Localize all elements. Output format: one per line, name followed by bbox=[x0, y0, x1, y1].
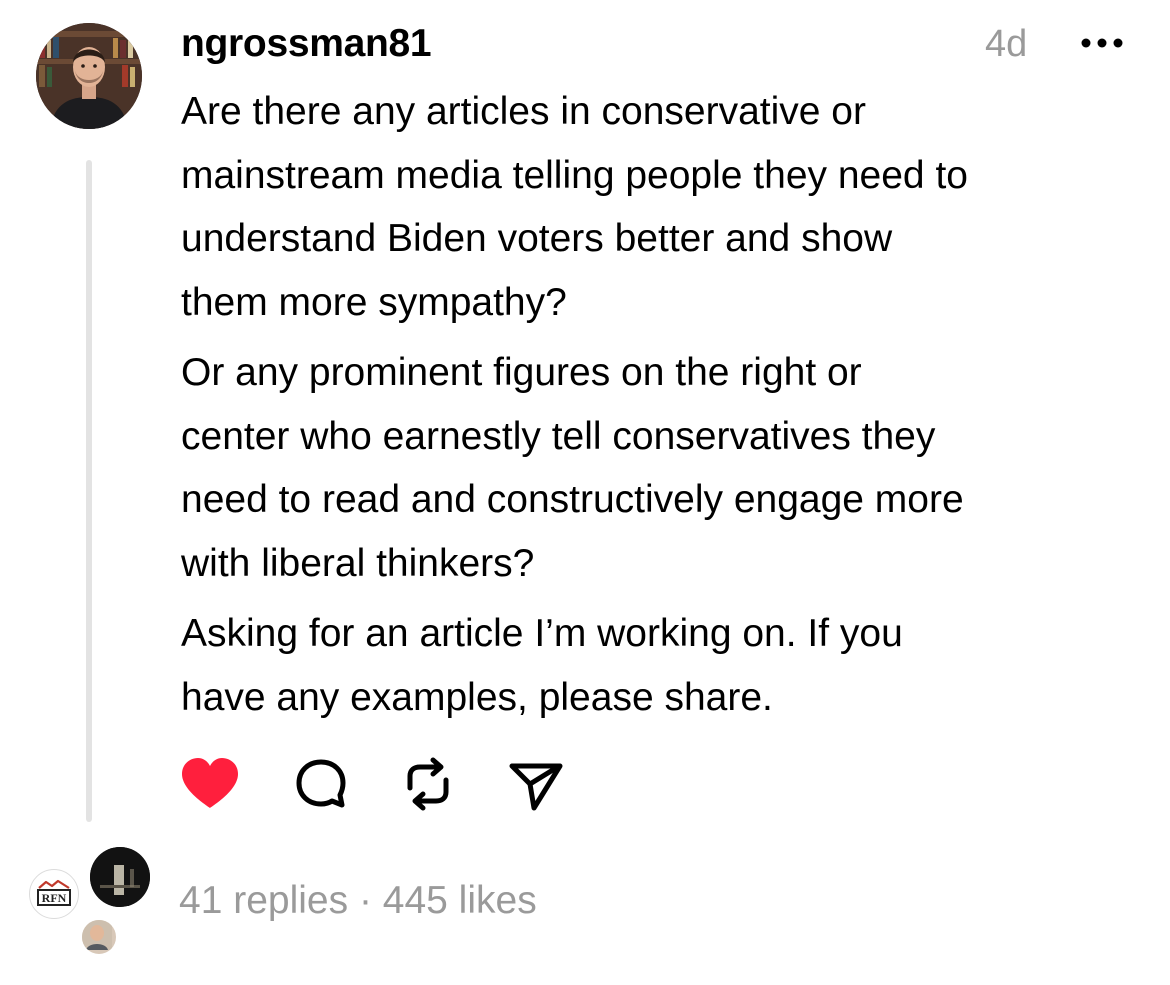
post-paragraph: Or any prominent figures on the right or… bbox=[181, 351, 964, 585]
thread-line bbox=[86, 160, 92, 822]
reply-button[interactable] bbox=[289, 752, 359, 822]
comment-icon bbox=[296, 759, 346, 808]
like-button[interactable] bbox=[178, 752, 248, 822]
replier-logo-text: RFN bbox=[42, 891, 67, 905]
replier-avatar[interactable] bbox=[90, 847, 150, 907]
post-paragraph: Are there any articles in conservative o… bbox=[181, 90, 968, 324]
likes-count[interactable]: 445 likes bbox=[383, 879, 537, 922]
post-stats: 41 replies · 445 likes bbox=[179, 878, 537, 924]
repost-button[interactable] bbox=[396, 752, 466, 822]
share-button[interactable] bbox=[504, 752, 574, 822]
replier-avatar[interactable] bbox=[80, 918, 118, 956]
stats-separator: · bbox=[348, 879, 383, 922]
replies-count[interactable]: 41 replies bbox=[179, 879, 348, 922]
repost-icon bbox=[407, 757, 449, 811]
post-body: Are there any articles in conservative o… bbox=[181, 80, 1141, 736]
send-icon bbox=[509, 763, 563, 811]
heart-icon bbox=[182, 758, 238, 808]
more-icon[interactable] bbox=[1078, 26, 1126, 60]
post-paragraph: Asking for an article I’m working on. If… bbox=[181, 612, 903, 719]
author-avatar[interactable] bbox=[36, 23, 142, 129]
replier-avatar-logo[interactable]: RFN bbox=[29, 869, 79, 919]
timestamp: 4d bbox=[985, 23, 1028, 65]
username[interactable]: ngrossman81 bbox=[181, 22, 432, 66]
